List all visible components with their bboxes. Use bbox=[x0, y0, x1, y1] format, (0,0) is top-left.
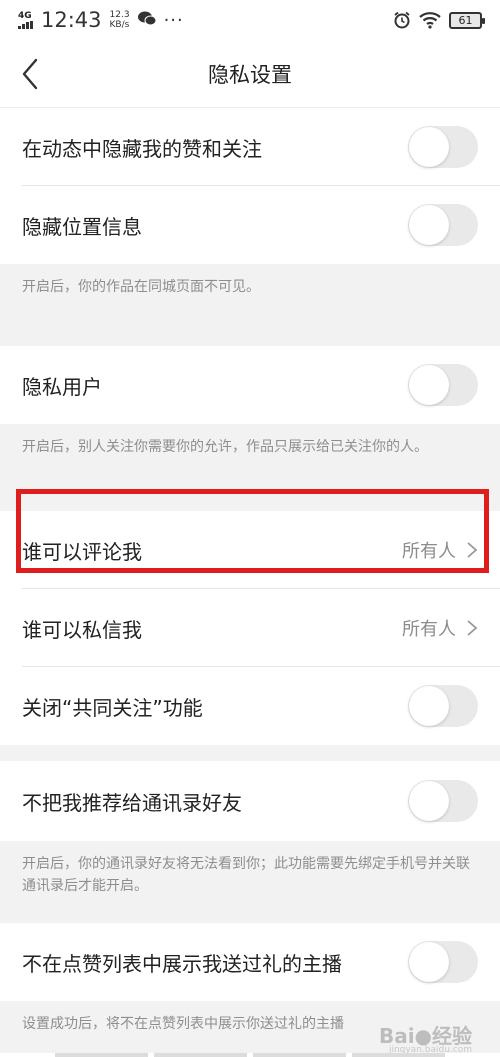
status-bar: 4G 12:43 12.3 KB/s ··· 61 bbox=[0, 0, 500, 40]
setting-label: 关闭“共同关注”功能 bbox=[22, 695, 203, 720]
setting-value: 所有人 bbox=[402, 541, 456, 562]
setting-label: 隐藏位置信息 bbox=[22, 214, 142, 239]
chevron-right-icon bbox=[467, 620, 478, 636]
battery-level: 61 bbox=[458, 13, 473, 27]
setting-label: 不在点赞列表中展示我送过礼的主播 bbox=[22, 951, 342, 976]
setting-label: 隐私用户 bbox=[22, 374, 102, 399]
page-title: 隐私设置 bbox=[208, 62, 292, 87]
setting-hide-location: 隐藏位置信息 bbox=[0, 186, 500, 264]
setting-private-user: 隐私用户 bbox=[0, 346, 500, 424]
no-contacts-recommend-toggle[interactable] bbox=[408, 780, 478, 822]
baidu-jingyan-watermark: Bai●经验 jingyan.baidu.com bbox=[379, 1020, 472, 1055]
hide-gifted-streamers-toggle[interactable] bbox=[408, 941, 478, 983]
battery-icon: 61 bbox=[449, 11, 485, 29]
hide-likes-toggle[interactable] bbox=[408, 126, 478, 168]
setting-who-can-message[interactable]: 谁可以私信我 所有人 bbox=[0, 589, 500, 667]
bottom-edge bbox=[0, 1053, 500, 1057]
net-speed-value: 12.3 bbox=[109, 10, 130, 20]
signal-icon: 4G bbox=[18, 10, 33, 29]
wechat-icon bbox=[137, 11, 157, 30]
private-user-note: 开启后，别人关注你需要你的允许，作品只展示给已关注你的人。 bbox=[0, 424, 500, 511]
setting-no-contacts-recommend: 不把我推荐给通讯录好友 bbox=[0, 761, 500, 841]
status-left: 4G 12:43 12.3 KB/s ··· bbox=[18, 8, 184, 32]
wifi-icon bbox=[419, 12, 441, 29]
setting-close-mutual-follow: 关闭“共同关注”功能 bbox=[0, 667, 500, 745]
hide-location-toggle[interactable] bbox=[408, 204, 478, 246]
status-right: 61 bbox=[393, 11, 485, 29]
setting-hide-gifted-streamers: 不在点赞列表中展示我送过礼的主播 bbox=[0, 923, 500, 1001]
network-type: 4G bbox=[18, 10, 32, 21]
net-speed-unit: KB/s bbox=[109, 20, 130, 30]
nav-bar: 隐私设置 bbox=[0, 40, 500, 108]
clock: 12:43 bbox=[41, 8, 102, 32]
who-can-comment-value: 所有人 bbox=[402, 537, 478, 563]
setting-label: 谁可以评论我 bbox=[22, 539, 142, 564]
setting-who-can-comment[interactable]: 谁可以评论我 所有人 bbox=[0, 511, 500, 589]
private-user-toggle[interactable] bbox=[408, 364, 478, 406]
chevron-right-icon bbox=[467, 542, 478, 558]
setting-hide-likes: 在动态中隐藏我的赞和关注 bbox=[0, 108, 500, 186]
no-contacts-recommend-note: 开启后，你的通讯录好友将无法看到你；此功能需要先绑定手机号并关联通讯录后才能开启… bbox=[0, 841, 500, 923]
more-notifications-icon: ··· bbox=[163, 9, 184, 31]
net-speed: 12.3 KB/s bbox=[110, 10, 130, 30]
back-arrow-icon[interactable] bbox=[16, 54, 46, 94]
setting-label: 不把我推荐给通讯录好友 bbox=[22, 790, 242, 815]
alarm-icon bbox=[394, 11, 410, 29]
close-mutual-follow-toggle[interactable] bbox=[408, 685, 478, 727]
section-gap bbox=[0, 745, 500, 761]
setting-label: 在动态中隐藏我的赞和关注 bbox=[22, 136, 262, 161]
setting-value: 所有人 bbox=[402, 619, 456, 640]
setting-label: 谁可以私信我 bbox=[22, 617, 142, 642]
who-can-message-value: 所有人 bbox=[402, 615, 478, 641]
hide-location-note: 开启后，你的作品在同城页面不可见。 bbox=[0, 264, 500, 346]
